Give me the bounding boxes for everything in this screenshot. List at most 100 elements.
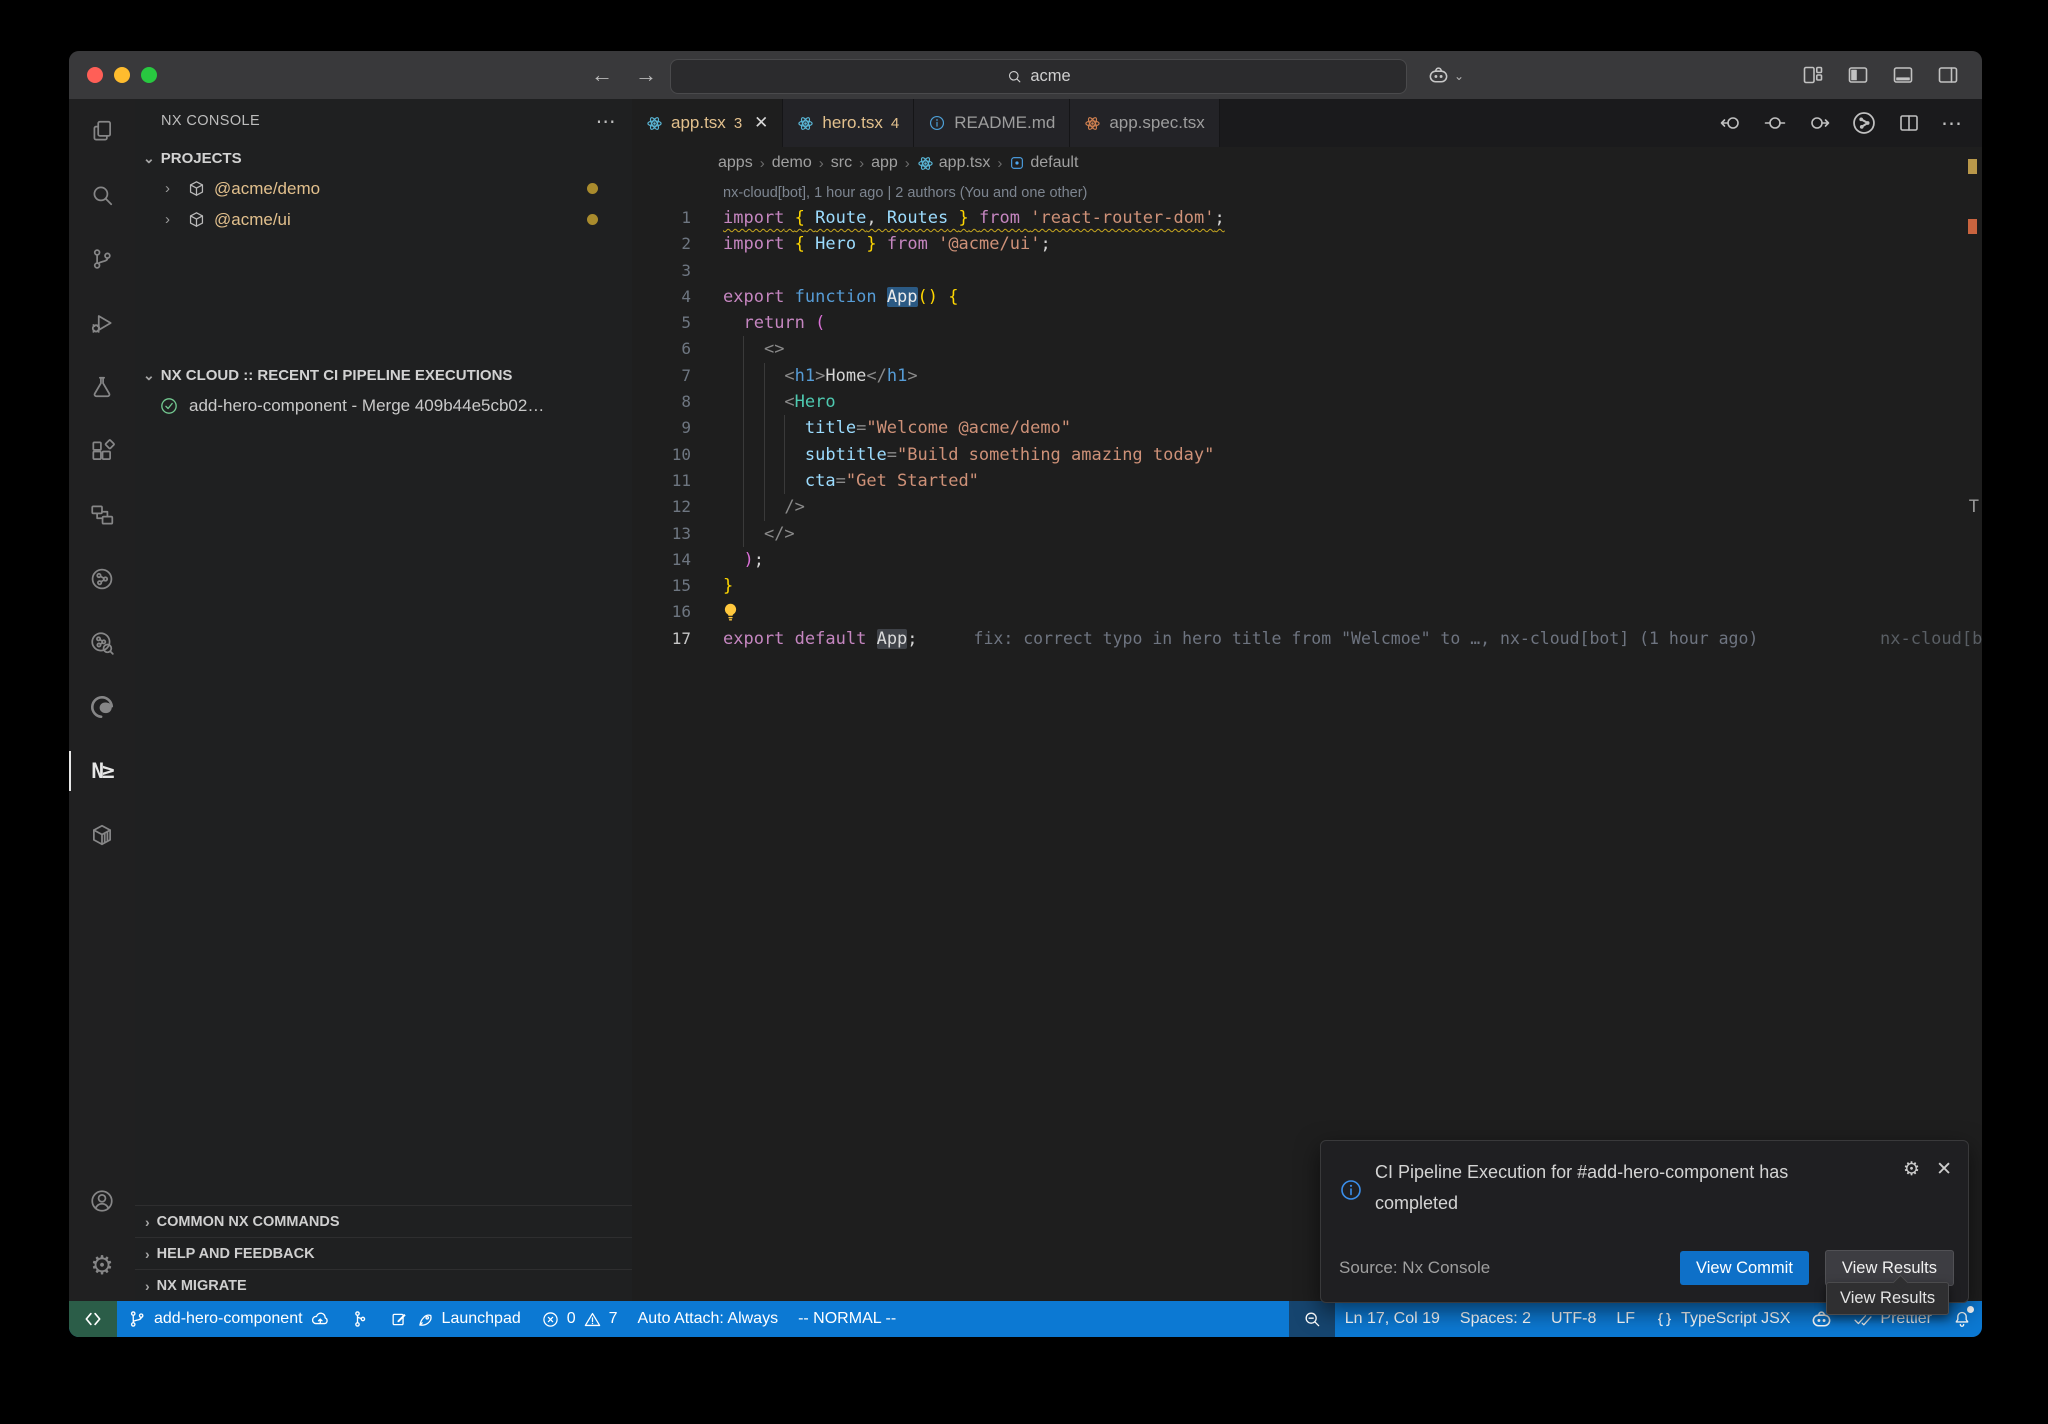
activity-bar-item-search[interactable] <box>69 163 135 227</box>
info-icon <box>928 114 946 132</box>
status-text: -- NORMAL -- <box>798 1310 896 1328</box>
status-normal[interactable]: -- NORMAL -- <box>788 1301 906 1337</box>
command-center-search[interactable]: acme <box>670 59 1407 94</box>
copilot-chevron-icon[interactable]: ⌄ <box>1454 69 1464 83</box>
extensions-icon <box>89 438 115 464</box>
run-ci-icon[interactable] <box>1851 110 1877 136</box>
activity-bar-item-extensions[interactable] <box>69 419 135 483</box>
activity-bar-item-source-control[interactable] <box>69 227 135 291</box>
blame-right-edge: nx-cloud[b <box>1880 626 1982 652</box>
minimize-window-button[interactable] <box>114 67 130 83</box>
project-item[interactable]: ›@acme/ui <box>135 204 632 235</box>
code-line-14: 14 ); <box>632 547 1982 573</box>
more-actions-icon[interactable]: ⋯ <box>1941 111 1962 136</box>
activity-bar-item-testing[interactable] <box>69 355 135 419</box>
zoom-out-icon <box>1302 1309 1322 1329</box>
nav-back-icon[interactable] <box>1719 111 1743 135</box>
tab-app.tsx[interactable]: app.tsx3✕ <box>632 99 783 147</box>
testing-icon <box>89 374 115 400</box>
status-remote-window[interactable] <box>69 1301 117 1337</box>
tab-hero.tsx[interactable]: hero.tsx4 <box>783 99 914 147</box>
notification-close-icon[interactable]: ✕ <box>1936 1160 1952 1179</box>
modified-dot <box>587 183 598 194</box>
remote-window-icon <box>83 1309 103 1329</box>
status-typescript-jsx[interactable]: TypeScript JSX <box>1645 1301 1800 1337</box>
projects-section-header[interactable]: ⌄ PROJECTS <box>135 143 632 173</box>
view-results-button[interactable]: View Results <box>1825 1250 1954 1286</box>
git-blame-header: nx-cloud[bot], 1 hour ago | 2 authors (Y… <box>632 181 1982 205</box>
line-number: 16 <box>632 599 691 625</box>
activity-bar: N≥ ⚙ <box>69 99 136 1301</box>
chevron-down-icon: ⌄ <box>143 367 155 384</box>
panel-bottom-icon[interactable] <box>1891 63 1915 87</box>
section-help-and-feedback[interactable]: ›HELP AND FEEDBACK <box>135 1237 632 1269</box>
code-line-17: 17export default App;fix: correct typo i… <box>632 626 1982 652</box>
split-editor-icon[interactable] <box>1897 111 1921 135</box>
activity-bar-item-run-debug[interactable] <box>69 291 135 355</box>
breadcrumb-item-demo[interactable]: demo <box>772 154 812 172</box>
close-window-button[interactable] <box>87 67 103 83</box>
tab-dirty-count: 3 <box>734 115 742 132</box>
activity-bar-item-nx-console[interactable]: N≥ <box>69 739 135 803</box>
breadcrumb-item-src[interactable]: src <box>831 154 852 172</box>
nav-mid-icon[interactable] <box>1763 111 1787 135</box>
view-commit-button[interactable]: View Commit <box>1680 1251 1809 1285</box>
activity-bar-item-containers[interactable] <box>69 803 135 867</box>
activity-bar-item-nx-graph[interactable] <box>69 611 135 675</box>
status-zoom-out[interactable] <box>1289 1301 1335 1337</box>
status-spaces-2[interactable]: Spaces: 2 <box>1450 1301 1541 1337</box>
status-ln-17-col-19[interactable]: Ln 17, Col 19 <box>1335 1301 1450 1337</box>
section-nx-migrate[interactable]: ›NX MIGRATE <box>135 1269 632 1301</box>
status-bar: add-hero-component Launchpad07Auto Attach… <box>69 1301 1982 1337</box>
history-forward-icon[interactable]: → <box>635 62 657 88</box>
activity-bar-item-explorer[interactable] <box>69 99 135 163</box>
status-utf-8[interactable]: UTF-8 <box>1541 1301 1606 1337</box>
panel-left-icon[interactable] <box>1846 63 1870 87</box>
activity-bar-item-edge-browser[interactable] <box>69 675 135 739</box>
pipeline-execution-item[interactable]: add-hero-component - Merge 409b44e5cb02… <box>135 390 632 422</box>
error-circle-icon <box>541 1310 560 1329</box>
nx-cloud-section-header[interactable]: ⌄ NX CLOUD :: RECENT CI PIPELINE EXECUTI… <box>135 360 632 390</box>
breadcrumb-item-default[interactable]: default <box>1009 154 1078 172</box>
copilot-icon[interactable] <box>1427 64 1450 87</box>
code-area[interactable]: nx-cloud[bot], 1 hour ago | 2 authors (Y… <box>632 181 1982 1301</box>
close-icon[interactable]: ✕ <box>754 113 768 133</box>
tab-app.spec.tsx[interactable]: app.spec.tsx <box>1070 99 1219 147</box>
status-lf[interactable]: LF <box>1606 1301 1645 1337</box>
section-common-nx-commands[interactable]: ›COMMON NX COMMANDS <box>135 1205 632 1237</box>
notification-settings-icon[interactable]: ⚙ <box>1903 1160 1920 1179</box>
editor-group: app.tsx3✕hero.tsx4README.mdapp.spec.tsx … <box>632 99 1982 1301</box>
react-blue-icon <box>917 155 934 172</box>
nav-fwd-icon[interactable] <box>1807 111 1831 135</box>
bell-icon <box>1952 1309 1972 1329</box>
line-number: 5 <box>632 310 691 336</box>
line-number: 15 <box>632 573 691 599</box>
layout-custom-icon[interactable] <box>1801 63 1825 87</box>
breadcrumb-item-apps[interactable]: apps <box>718 154 753 172</box>
activity-bar-item-accounts[interactable] <box>69 1169 135 1233</box>
activity-bar-item-remote-explorer[interactable] <box>69 483 135 547</box>
check-circle-icon <box>159 396 179 416</box>
status-cloud-upload[interactable]: add-hero-component <box>117 1301 340 1337</box>
status-launchpad[interactable]: Launchpad <box>380 1301 531 1337</box>
line-number: 10 <box>632 442 691 468</box>
code-line-6: 6 <> <box>632 336 1982 362</box>
sidebar-more-icon[interactable]: ⋯ <box>596 109 616 134</box>
status-auto-attach-always[interactable]: Auto Attach: Always <box>628 1301 789 1337</box>
panel-right-icon[interactable] <box>1936 63 1960 87</box>
activity-bar-item-settings[interactable]: ⚙ <box>69 1233 135 1297</box>
code-line-13: 13 </> <box>632 521 1982 547</box>
history-back-icon[interactable]: ← <box>591 62 613 88</box>
overview-ruler-mark <box>1968 219 1977 234</box>
status-git-graph[interactable] <box>340 1301 380 1337</box>
breadcrumb-item-app.tsx[interactable]: app.tsx <box>917 154 991 172</box>
status-7[interactable]: 07 <box>531 1301 628 1337</box>
line-number: 11 <box>632 468 691 494</box>
project-item[interactable]: ›@acme/demo <box>135 173 632 204</box>
maximize-window-button[interactable] <box>141 67 157 83</box>
activity-bar-item-nx-cloud[interactable] <box>69 547 135 611</box>
breadcrumb-item-app[interactable]: app <box>871 154 898 172</box>
tab-README.md[interactable]: README.md <box>914 99 1070 147</box>
git-graph-icon <box>350 1309 370 1329</box>
breadcrumb-separator: › <box>905 155 910 172</box>
